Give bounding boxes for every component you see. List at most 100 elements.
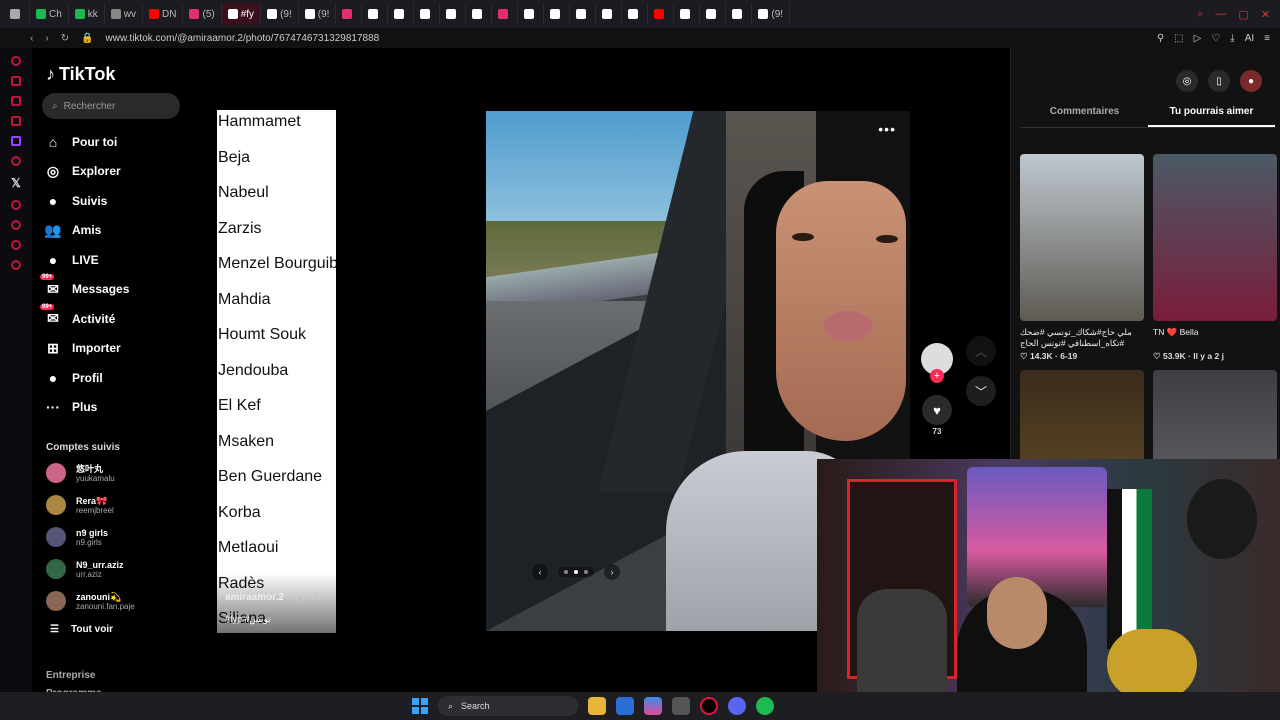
bulb-icon[interactable]: [11, 240, 21, 250]
followed-account[interactable]: n9 girls n9.girls: [46, 526, 135, 548]
nav-item-explorer[interactable]: ◎ Explorer: [44, 162, 129, 181]
maximize-icon[interactable]: ▢: [1238, 8, 1248, 21]
percent-icon[interactable]: [11, 156, 21, 166]
browser-tab[interactable]: [440, 3, 467, 25]
x-icon[interactable]: 𝕏: [11, 176, 21, 190]
browser-tab[interactable]: [336, 3, 363, 25]
video-thumbnail[interactable]: [1020, 154, 1144, 321]
followed-account[interactable]: Rera🎀 reemjbreel: [46, 494, 135, 516]
nav-item-messages[interactable]: ✉ 99+ Messages: [40, 274, 129, 299]
coin-icon[interactable]: ◎: [1176, 70, 1198, 92]
browser-tab[interactable]: [570, 3, 597, 25]
video-thumbnail[interactable]: [1153, 154, 1277, 321]
windows-start-icon[interactable]: [412, 698, 428, 714]
browser-tab[interactable]: [4, 3, 30, 25]
user-avatar[interactable]: ●: [1240, 70, 1262, 92]
screenshot-icon[interactable]: ⬚: [1174, 33, 1183, 44]
browser-tab[interactable]: [518, 3, 545, 25]
carousel-dot[interactable]: [584, 570, 588, 574]
followed-account[interactable]: N9_urr.aziz urr.aziz: [46, 558, 135, 580]
taskbar-search[interactable]: ⌕ Search: [438, 696, 578, 716]
discord-icon[interactable]: [728, 697, 746, 715]
browser-tab[interactable]: [726, 3, 753, 25]
pin-icon[interactable]: ⚲: [1157, 33, 1164, 44]
minimize-icon[interactable]: —: [1215, 8, 1226, 21]
back-icon[interactable]: ‹: [30, 33, 33, 44]
carousel-next-button[interactable]: ›: [604, 564, 620, 580]
opera-icon[interactable]: [11, 56, 21, 66]
browser-tab[interactable]: [544, 3, 571, 25]
ai-button[interactable]: AI: [1245, 33, 1254, 44]
browser-tab[interactable]: [388, 3, 415, 25]
messenger-icon[interactable]: [11, 96, 21, 106]
like-button[interactable]: ♥: [922, 395, 952, 425]
browser-tab[interactable]: [466, 3, 493, 25]
clock-icon[interactable]: [11, 200, 21, 210]
browser-tab[interactable]: wv: [105, 3, 144, 25]
nav-item-suivis[interactable]: ● Suivis: [44, 191, 129, 210]
browser-tab[interactable]: [622, 3, 649, 25]
carousel-prev-button[interactable]: ‹: [532, 564, 548, 580]
settings-icon[interactable]: [11, 260, 21, 270]
photo-slide-city-list[interactable]: Hammamet Beja Nabeul Zarzis Menzel Bourguiba…: [217, 110, 336, 633]
footer-link-entreprise[interactable]: Entreprise: [46, 667, 102, 685]
nav-item-pour-toi[interactable]: ⌂ Pour toi: [44, 132, 129, 151]
search-icon[interactable]: ⌕: [1197, 8, 1203, 21]
close-icon[interactable]: ✕: [1261, 8, 1270, 21]
post-hashtags[interactable]: #fyp #تونس: [225, 614, 271, 625]
browser-tab[interactable]: DN: [143, 3, 184, 25]
browser-tab[interactable]: [648, 3, 675, 25]
twitch-icon[interactable]: [11, 136, 21, 146]
followed-account[interactable]: zanouni💫 zanouni.fan.paje: [46, 590, 135, 612]
creator-avatar[interactable]: +: [921, 343, 953, 383]
browser-tab[interactable]: [414, 3, 441, 25]
suggested-video-card[interactable]: TN ❤️ Bella ♡ 53.9K · Il y a 2 j: [1153, 154, 1277, 362]
copilot-icon[interactable]: [644, 697, 662, 715]
browser-tab[interactable]: Ch: [30, 3, 69, 25]
nav-item-live[interactable]: ● LIVE: [44, 250, 129, 269]
follow-plus-icon[interactable]: +: [930, 369, 944, 383]
shopping-icon[interactable]: [11, 76, 21, 86]
browser-tab[interactable]: [596, 3, 623, 25]
reload-icon[interactable]: ↻: [61, 33, 69, 44]
browser-tab[interactable]: [674, 3, 701, 25]
browser-tab[interactable]: kk: [69, 3, 105, 25]
search-box[interactable]: ⌕ Rechercher: [42, 93, 180, 119]
history-icon[interactable]: [11, 220, 21, 230]
play-icon[interactable]: ▷: [1194, 33, 1202, 44]
spotify-icon[interactable]: [756, 697, 774, 715]
carousel-dot[interactable]: [574, 570, 578, 574]
nav-item-importer[interactable]: ⊞ Importer: [44, 339, 129, 358]
carousel-dot[interactable]: [564, 570, 568, 574]
nav-item-profil[interactable]: ● Profil: [44, 368, 129, 387]
more-options-icon[interactable]: •••: [878, 121, 896, 137]
url-field[interactable]: www.tiktok.com/@amiraamor.2/photo/767474…: [106, 33, 380, 44]
tab-tu-pourrais-aimer[interactable]: Tu pourrais aimer: [1148, 106, 1275, 127]
opera-taskbar-icon[interactable]: [700, 697, 718, 715]
browser-tab[interactable]: [700, 3, 727, 25]
browser-tab[interactable]: [362, 3, 389, 25]
phone-icon[interactable]: ▯: [1208, 70, 1230, 92]
heart-icon[interactable]: ♡: [1211, 33, 1220, 44]
suggested-video-card[interactable]: ملي حاج#شكاك_تونسي #ضحك #تكاه_اسطنافي #ت…: [1020, 154, 1144, 362]
nav-item-amis[interactable]: 👥 Amis: [44, 221, 129, 240]
browser-tab[interactable]: (9!: [261, 3, 299, 25]
next-post-button[interactable]: ﹀: [966, 376, 996, 406]
browser-tab[interactable]: #fy: [221, 3, 262, 25]
nav-item-plus[interactable]: ··· Plus: [44, 398, 129, 417]
forward-icon[interactable]: ›: [45, 33, 48, 44]
menu-icon[interactable]: ≡: [1264, 33, 1270, 44]
prev-post-button[interactable]: ︿: [966, 336, 996, 366]
nav-item-activit-[interactable]: ✉ 99+ Activité: [40, 303, 129, 328]
calculator-icon[interactable]: [672, 697, 690, 715]
browser-tab[interactable]: [492, 3, 519, 25]
see-all-link[interactable]: ☰ Tout voir: [50, 624, 113, 635]
download-icon[interactable]: ⤓: [1230, 33, 1234, 44]
media-icon[interactable]: [11, 116, 21, 126]
tab-commentaires[interactable]: Commentaires: [1021, 106, 1148, 127]
followed-account[interactable]: 悠叶丸 yuukamalu: [46, 462, 135, 484]
browser-tab[interactable]: (5): [183, 3, 222, 25]
post-author[interactable]: amiraamor.2: [225, 592, 284, 603]
tiktok-logo[interactable]: ♪ TikTok: [46, 64, 115, 85]
browser-tab[interactable]: (9!: [299, 3, 337, 25]
